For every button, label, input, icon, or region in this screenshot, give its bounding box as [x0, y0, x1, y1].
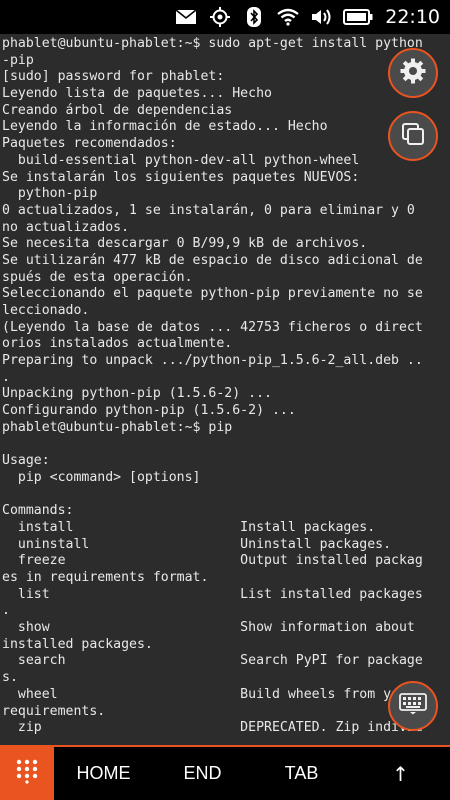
terminal-line: . [2, 369, 10, 385]
copy-icon [400, 121, 426, 152]
terminal-text: phablet@ubuntu-phablet:~$ sudo apt-get i… [0, 34, 450, 737]
terminal-line: Leyendo lista de paquetes... Hecho [2, 86, 272, 102]
mail-icon [173, 6, 199, 28]
terminal-line: list List installed packages [2, 586, 423, 602]
terminal-line: Seleccionando el paquete python-pip prev… [2, 286, 423, 302]
terminal-line: Usage: [2, 453, 50, 469]
terminal-line: s. [2, 670, 18, 686]
tab-key[interactable]: TAB [252, 747, 351, 800]
terminal-line: no actualizados. [2, 219, 130, 235]
volume-icon [309, 6, 335, 28]
terminal-line: [sudo] password for phablet: [2, 69, 225, 85]
terminal-line: Se utilizarán 477 kB de espacio de disco… [2, 252, 423, 268]
terminal-line: uninstall Uninstall packages. [2, 536, 392, 552]
terminal-line: python-pip [2, 186, 98, 202]
terminal-line: wheel Build wheels from your [2, 686, 415, 702]
keyboard-button[interactable] [388, 681, 438, 731]
terminal-line: Preparing to unpack .../python-pip_1.5.6… [2, 353, 423, 369]
key-bar: HOME END TAB ↑ [0, 747, 450, 800]
terminal-line: leccionado. [2, 303, 90, 318]
terminal-line: install Install packages. [2, 519, 376, 535]
clock: 22:10 [385, 6, 440, 28]
gear-icon [399, 57, 427, 90]
battery-icon [343, 6, 373, 28]
settings-button[interactable] [388, 48, 438, 98]
location-icon [207, 6, 233, 28]
up-arrow-key[interactable]: ↑ [351, 747, 450, 800]
terminal-line: installed packages. [2, 636, 153, 652]
terminal-line: show Show information about [2, 620, 415, 636]
terminal-line: Configurando python-pip (1.5.6-2) ... [2, 403, 296, 419]
home-key[interactable]: HOME [54, 747, 153, 800]
terminal-line: Creando árbol de dependencias [2, 102, 233, 118]
terminal-line: 0 actualizados, 1 se instalarán, 0 para … [2, 202, 415, 218]
terminal-line: pip <command> [options] [2, 469, 201, 485]
terminal-line: Leyendo la información de estado... Hech… [2, 119, 328, 135]
terminal-line: zip DEPRECATED. Zip individ [2, 720, 423, 736]
terminal-line: Se instalarán los siguientes paquetes NU… [2, 169, 360, 185]
bluetooth-icon [241, 6, 267, 28]
terminal-line: freeze Output installed packag [2, 553, 423, 569]
terminal-line: (Leyendo la base de datos ... 42753 fich… [2, 319, 423, 335]
terminal-line: requirements. [2, 703, 106, 719]
keyboard-icon [399, 692, 427, 720]
terminal-line: es in requirements format. [2, 570, 209, 585]
terminal-line: -pip [2, 52, 34, 68]
wifi-icon [275, 6, 301, 28]
end-key[interactable]: END [153, 747, 252, 800]
terminal-line: Commands: [2, 503, 74, 519]
status-bar: 22:10 [0, 0, 450, 34]
terminal-line: Paquetes recomendados: [2, 136, 177, 152]
terminal-line: Se necesita descargar 0 B/99,9 kB de arc… [2, 236, 368, 252]
terminal-line: phablet@ubuntu-phablet:~$ sudo apt-get i… [2, 36, 423, 51]
terminal-line: search Search PyPI for package [2, 653, 423, 669]
copy-button[interactable] [388, 111, 438, 161]
menu-button[interactable] [0, 747, 54, 800]
terminal-line: . [2, 603, 10, 619]
terminal-line: phablet@ubuntu-phablet:~$ pip [2, 419, 233, 435]
terminal-line: Unpacking python-pip (1.5.6-2) ... [2, 386, 272, 402]
terminal-line: orios instalados actualmente. [2, 336, 233, 352]
grid-menu-icon [14, 758, 40, 789]
terminal-output[interactable]: phablet@ubuntu-phablet:~$ sudo apt-get i… [0, 34, 450, 745]
terminal-line: build-essential python-dev-all python-wh… [2, 152, 360, 168]
terminal-line: spués de esta operación. [2, 269, 193, 285]
